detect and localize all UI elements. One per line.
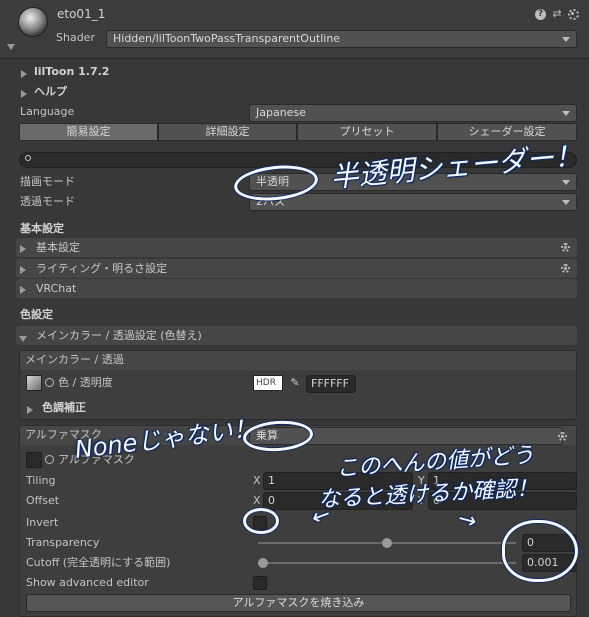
cutoff-label: Cutoff (完全透明にする範囲) <box>26 556 171 569</box>
cutoff-slider-track <box>258 562 516 564</box>
chevron-down-icon <box>562 180 570 185</box>
object-picker-icon[interactable] <box>45 378 54 387</box>
foldout-arrow-icon[interactable] <box>7 40 15 53</box>
help-foldout[interactable]: ヘルプ <box>34 82 67 102</box>
fold-basic-settings-label: 基本設定 <box>36 241 80 254</box>
fold-lighting-settings[interactable]: ライティング・明るさ設定 <box>16 259 577 278</box>
transparent-mode-dropdown[interactable]: 2パス <box>249 193 577 211</box>
material-name: eto01_1 <box>57 7 106 21</box>
gear-icon[interactable] <box>561 264 570 273</box>
mode-tabs: 簡易設定 詳細設定 プリセット シェーダー設定 <box>19 123 577 141</box>
annotation-circle-values <box>502 520 578 582</box>
main-color-box-title: メインカラー / 透過 <box>25 353 124 366</box>
bake-alpha-mask-button-label: アルファマスクを焼き込み <box>232 596 365 609</box>
basic-settings-heading: 基本設定 <box>20 222 64 235</box>
gear-icon[interactable] <box>568 9 579 20</box>
hdr-label: HDR <box>256 378 276 388</box>
fold-main-color[interactable]: メインカラー / 透過設定 (色替え) <box>16 326 577 345</box>
cutoff-slider-knob[interactable] <box>258 558 268 568</box>
expand-arrow-icon <box>20 243 26 256</box>
hdr-color-swatch[interactable]: HDR <box>253 375 283 391</box>
main-texture-thumbnail[interactable] <box>26 375 42 391</box>
help-icon[interactable]: ? <box>535 9 546 20</box>
bake-alpha-mask-button[interactable]: アルファマスクを焼き込み <box>26 594 571 612</box>
gear-icon[interactable] <box>561 243 570 252</box>
advanced-editor-checkbox[interactable] <box>253 576 267 590</box>
tone-correction-arrow-icon[interactable] <box>27 404 33 417</box>
hex-color-input[interactable]: FFFFFF <box>306 375 356 393</box>
fold-vrchat-label: VRChat <box>36 282 77 295</box>
fold-vrchat[interactable]: VRChat <box>16 279 577 298</box>
shader-dropdown[interactable]: Hidden/lilToonTwoPassTransparentOutline <box>106 30 577 48</box>
expand-arrow-icon <box>20 284 26 297</box>
tab-advanced-settings[interactable]: 詳細設定 <box>158 123 297 141</box>
tiling-label: Tiling <box>26 474 56 487</box>
color-settings-heading: 色設定 <box>20 308 53 321</box>
chevron-down-icon <box>562 37 570 42</box>
eyedropper-icon[interactable]: ✎ <box>287 375 303 391</box>
transparency-label: Transparency <box>26 536 100 549</box>
language-dropdown[interactable]: Japanese <box>249 104 577 122</box>
sliders-icon[interactable]: ⇄ <box>551 8 563 20</box>
version-foldout-arrow-icon[interactable] <box>21 68 27 81</box>
color-alpha-label: 色 / 透明度 <box>58 376 113 389</box>
advanced-editor-label: Show advanced editor <box>26 576 149 589</box>
expand-arrow-icon <box>20 264 26 277</box>
fold-main-color-label: メインカラー / 透過設定 (色替え) <box>36 329 202 342</box>
draw-mode-label: 描画モード <box>20 175 75 188</box>
collapse-arrow-icon <box>19 332 27 345</box>
gear-icon[interactable] <box>558 432 567 441</box>
transparent-mode-label: 透過モード <box>20 195 75 208</box>
shader-label: Shader <box>56 31 95 44</box>
fold-lighting-settings-label: ライティング・明るさ設定 <box>36 262 168 275</box>
annotation-circle-invert <box>243 508 279 534</box>
offset-label: Offset <box>26 494 60 507</box>
fold-basic-settings[interactable]: 基本設定 <box>16 238 577 257</box>
help-foldout-arrow-icon[interactable] <box>21 88 27 101</box>
tiling-x-label: X <box>253 474 261 487</box>
cutoff-slider[interactable] <box>258 554 516 572</box>
liltoon-version: lilToon 1.7.2 <box>34 65 110 78</box>
transparency-slider-knob[interactable] <box>382 538 392 548</box>
chevron-down-icon <box>562 111 570 116</box>
shader-dropdown-value: Hidden/lilToonTwoPassTransparentOutline <box>113 32 341 45</box>
language-value: Japanese <box>256 106 306 119</box>
invert-label: Invert <box>26 516 59 529</box>
tab-presets[interactable]: プリセット <box>297 123 437 141</box>
chevron-down-icon <box>562 200 570 205</box>
tab-simple-settings[interactable]: 簡易設定 <box>19 123 158 141</box>
material-preview-icon <box>18 7 48 37</box>
alpha-mask-texture-slot[interactable] <box>26 452 42 468</box>
transparency-slider[interactable] <box>258 534 516 552</box>
search-icon <box>25 155 31 161</box>
language-label: Language <box>20 105 75 118</box>
tone-correction-fold[interactable]: 色調補正 <box>42 398 86 418</box>
object-picker-icon[interactable] <box>45 455 54 464</box>
